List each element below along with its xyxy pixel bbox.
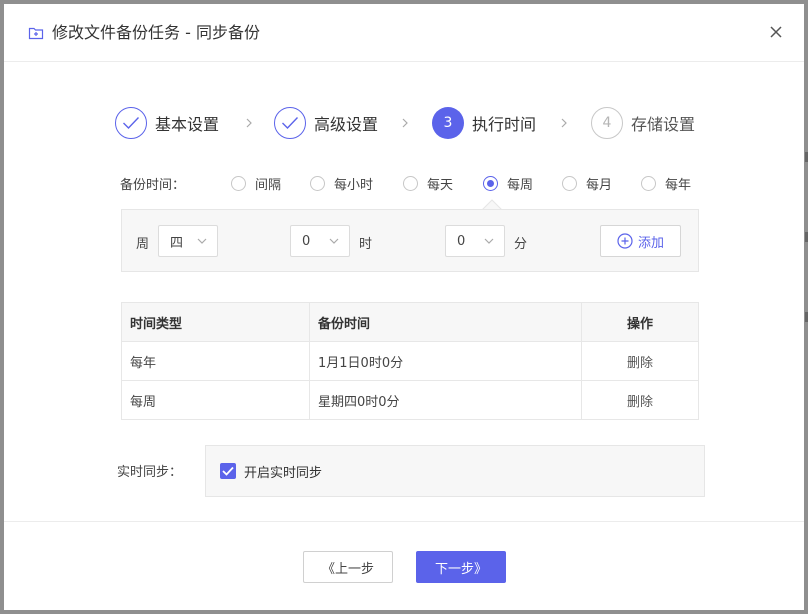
- plus-circle-icon: [617, 233, 633, 249]
- radio-label: 每周: [507, 178, 534, 193]
- step-label: 高级设置: [314, 115, 379, 134]
- delete-link[interactable]: 删除: [581, 380, 699, 420]
- backup-time-label: 备份时间：: [120, 178, 186, 193]
- step-storage-settings: 4 存储设置: [591, 106, 695, 140]
- weekly-schedule-panel: 周 四 0 时 0 分 添加: [121, 209, 699, 272]
- step-label: 基本设置: [155, 115, 220, 134]
- step-label: 执行时间: [472, 115, 537, 134]
- add-label: 添加: [637, 235, 664, 251]
- radio-interval[interactable]: 间隔: [231, 174, 281, 193]
- step-number: 4: [591, 107, 623, 139]
- radio-weekly[interactable]: 每周: [483, 174, 533, 193]
- realtime-sync-checkbox[interactable]: [220, 463, 236, 479]
- radio-dot: [403, 176, 418, 191]
- radio-dot: [641, 176, 656, 191]
- radio-hourly[interactable]: 每小时: [310, 174, 373, 193]
- dialog-footer: 《上一步 下一步》: [4, 521, 804, 610]
- column-header: 时间类型: [121, 302, 310, 342]
- minute-select[interactable]: 0: [445, 225, 505, 257]
- step-number: 3: [432, 107, 464, 139]
- hour-select[interactable]: 0: [290, 225, 350, 257]
- radio-dot: [562, 176, 577, 191]
- radio-daily[interactable]: 每天: [403, 174, 453, 193]
- step-execution-time: 3 执行时间: [432, 106, 536, 140]
- radio-label: 每小时: [334, 178, 374, 193]
- check-icon: [274, 107, 306, 139]
- realtime-sync-text: 开启实时同步: [244, 466, 323, 481]
- previous-step-button[interactable]: 《上一步: [303, 551, 393, 583]
- radio-monthly[interactable]: 每月: [562, 174, 612, 193]
- chevron-right-icon: [402, 118, 408, 128]
- dialog-title: 修改文件备份任务 - 同步备份: [52, 23, 260, 42]
- radio-label: 每月: [586, 178, 613, 193]
- step-basic-settings: 基本设置: [115, 106, 219, 140]
- minute-value: 0: [457, 233, 466, 249]
- weekday-value: 四: [170, 235, 184, 251]
- radio-label: 每天: [427, 178, 454, 193]
- close-icon[interactable]: [768, 24, 784, 40]
- radio-dot: [310, 176, 325, 191]
- realtime-sync-label: 实时同步：: [117, 465, 183, 480]
- step-indicator: 基本设置 高级设置 3 执行时间 4 存储设置: [4, 106, 804, 140]
- table-row: 每周 星期四0时0分 删除: [121, 380, 699, 420]
- table-header-row: 时间类型 备份时间 操作: [121, 302, 699, 342]
- schedule-table: 时间类型 备份时间 操作 每年 1月1日0时0分 删除 每周 星期四0时0分 删…: [121, 302, 699, 420]
- weekday-select[interactable]: 四: [158, 225, 218, 257]
- step-label: 存储设置: [631, 115, 696, 134]
- chevron-down-icon: [484, 238, 494, 244]
- radio-dot-selected: [483, 176, 498, 191]
- check-icon: [115, 107, 147, 139]
- week-label: 周: [136, 237, 150, 252]
- chevron-down-icon: [197, 238, 207, 244]
- radio-yearly[interactable]: 每年: [641, 174, 691, 193]
- column-header: 操作: [581, 302, 699, 342]
- column-header: 备份时间: [309, 302, 582, 342]
- hour-value: 0: [302, 233, 311, 249]
- chevron-right-icon: [561, 118, 567, 128]
- radio-dot: [231, 176, 246, 191]
- next-step-button[interactable]: 下一步》: [416, 551, 506, 583]
- radio-label: 每年: [665, 178, 692, 193]
- chevron-right-icon: [246, 118, 252, 128]
- cell-backup-time: 星期四0时0分: [309, 380, 582, 420]
- edit-backup-task-dialog: 修改文件备份任务 - 同步备份 基本设置 高级设置 3 执行时间 4 存储设置: [4, 4, 804, 610]
- chevron-down-icon: [329, 238, 339, 244]
- realtime-sync-panel: 开启实时同步: [205, 445, 705, 497]
- delete-link[interactable]: 删除: [581, 341, 699, 381]
- checkmark-icon: [222, 466, 234, 476]
- radio-label: 间隔: [255, 178, 282, 193]
- cell-backup-time: 1月1日0时0分: [309, 341, 582, 381]
- step-advanced-settings: 高级设置: [274, 106, 378, 140]
- hour-unit: 时: [359, 237, 373, 252]
- dialog-header: 修改文件备份任务 - 同步备份: [4, 4, 804, 62]
- add-schedule-button[interactable]: 添加: [600, 225, 681, 257]
- cell-time-type: 每周: [121, 380, 310, 420]
- minute-unit: 分: [514, 237, 528, 252]
- cell-time-type: 每年: [121, 341, 310, 381]
- folder-add-icon: [28, 27, 44, 40]
- table-row: 每年 1月1日0时0分 删除: [121, 341, 699, 381]
